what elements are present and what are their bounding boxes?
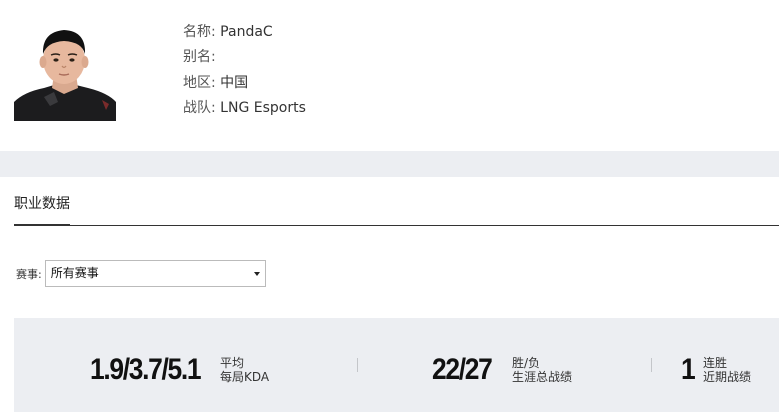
player-alias-key: 别名:: [183, 49, 216, 66]
stat-separator: [357, 358, 358, 372]
player-team-key: 战队:: [183, 99, 216, 116]
record-caption: 胜/负 生涯总战绩: [512, 356, 572, 384]
kda-caption-line2: 每局KDA: [220, 370, 270, 384]
player-profile: 名称: PandaC 别名: 地区: 中国 战队: LNG Esports: [0, 0, 779, 151]
record-value: 22/27: [432, 353, 493, 386]
event-select[interactable]: 所有赛事: [44, 260, 266, 287]
kda-caption: 平均 每局KDA: [220, 356, 269, 384]
event-filter: 赛事: 所有赛事: [16, 260, 266, 287]
player-name-key: 名称:: [183, 24, 216, 40]
stat-separator: [651, 358, 652, 372]
record-caption-line1: 胜/负: [512, 356, 541, 370]
player-alias-row: 别名:: [183, 47, 306, 72]
tab-career-stats[interactable]: 职业数据: [14, 193, 70, 226]
player-name: PandaC: [220, 24, 273, 40]
streak-value: 1: [681, 353, 696, 386]
caret-down-icon: [253, 272, 260, 276]
streak-caption: 连胜 近期战绩: [703, 356, 751, 384]
player-team: LNG Esports: [220, 99, 306, 116]
player-name-row: 名称: PandaC: [183, 22, 306, 47]
player-info: 名称: PandaC 别名: 地区: 中国 战队: LNG Esports: [183, 22, 306, 123]
tab-bar: 职业数据: [14, 186, 779, 226]
player-region-row: 地区: 中国: [183, 73, 306, 98]
streak-caption-line2: 近期战绩: [703, 370, 752, 384]
player-region: 中国: [220, 74, 249, 91]
section-divider-band: [0, 151, 779, 177]
streak-stat: 1 连胜 近期战绩: [681, 350, 751, 390]
player-team-row: 战队: LNG Esports: [183, 98, 306, 123]
player-region-key: 地区:: [183, 74, 216, 91]
streak-caption-line1: 连胜: [703, 356, 728, 370]
kda-stat: 1.9/3.7/5.1 平均 每局KDA: [90, 350, 269, 390]
kda-caption-line1: 平均: [220, 356, 245, 370]
stats-panel: 1.9/3.7/5.1 平均 每局KDA 22/27 胜/负 生涯总战绩 1 连…: [14, 318, 779, 412]
event-select-value: 所有赛事: [50, 266, 99, 280]
player-photo-icon: [14, 22, 116, 121]
kda-value: 1.9/3.7/5.1: [90, 353, 202, 386]
event-filter-label: 赛事:: [16, 267, 42, 281]
record-stat: 22/27 胜/负 生涯总战绩: [432, 350, 572, 390]
player-avatar: [14, 22, 116, 121]
record-caption-line2: 生涯总战绩: [512, 370, 573, 384]
